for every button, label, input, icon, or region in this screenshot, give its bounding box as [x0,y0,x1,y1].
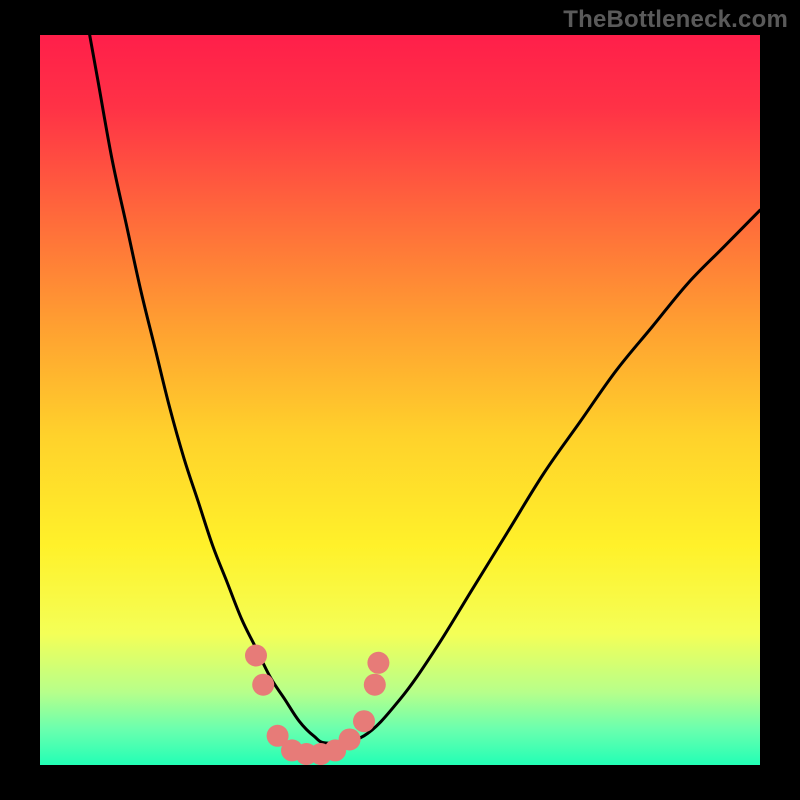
watermark-text: TheBottleneck.com [563,6,788,34]
data-dot [245,645,267,667]
data-dot [339,728,361,750]
gradient-background [40,35,760,765]
chart-frame: TheBottleneck.com [0,0,800,800]
data-dot [364,674,386,696]
data-dot [252,674,274,696]
bottleneck-chart [40,35,760,765]
data-dot [367,652,389,674]
plot-area [40,35,760,765]
data-dot [353,710,375,732]
